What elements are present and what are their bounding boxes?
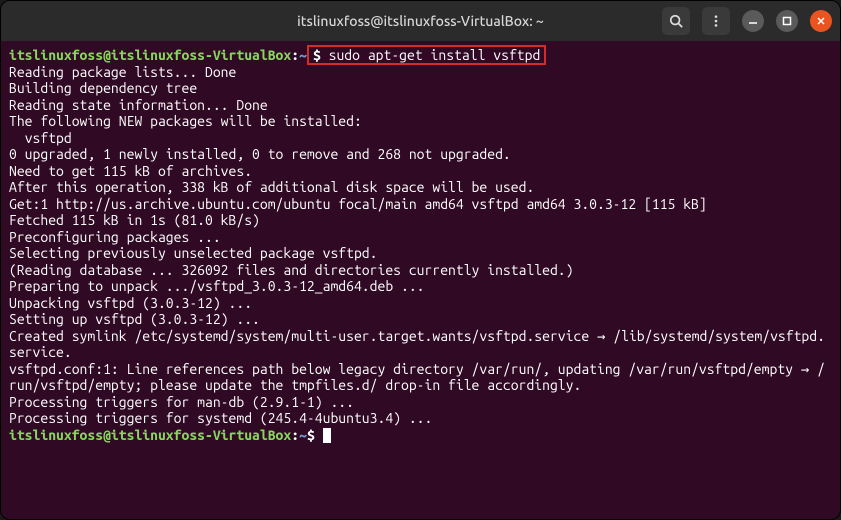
- search-icon: [669, 14, 683, 28]
- prompt-colon: :: [291, 427, 299, 443]
- titlebar[interactable]: itslinuxfoss@itslinuxfoss-VirtualBox: ~: [1, 1, 840, 41]
- window-title: itslinuxfoss@itslinuxfoss-VirtualBox: ~: [297, 13, 544, 29]
- maximize-icon: [782, 16, 792, 26]
- minimize-icon: [748, 16, 758, 26]
- terminal-window: itslinuxfoss@itslinuxfoss-VirtualBox: ~ …: [0, 0, 841, 520]
- menu-button[interactable]: [702, 7, 730, 35]
- maximize-button[interactable]: [776, 10, 798, 32]
- terminal-body[interactable]: itslinuxfoss@itslinuxfoss-VirtualBox:~$ …: [1, 41, 840, 519]
- titlebar-controls: [662, 7, 832, 35]
- command-highlight: $ sudo apt-get install vsftpd: [307, 45, 546, 65]
- close-button[interactable]: [810, 10, 832, 32]
- prompt-user: itslinuxfoss@itslinuxfoss-VirtualBox: [9, 47, 291, 63]
- prompt-path: ~: [299, 47, 307, 63]
- prompt-dollar: $: [313, 47, 329, 63]
- close-icon: [816, 16, 826, 26]
- minimize-button[interactable]: [742, 10, 764, 32]
- cursor: [323, 428, 331, 443]
- terminal-output: Reading package lists... Done Building d…: [9, 64, 825, 427]
- menu-icon: [709, 14, 723, 28]
- prompt-path: ~: [299, 427, 307, 443]
- search-button[interactable]: [662, 7, 690, 35]
- prompt-line-2: itslinuxfoss@itslinuxfoss-VirtualBox:~$: [9, 427, 323, 443]
- prompt-user: itslinuxfoss@itslinuxfoss-VirtualBox: [9, 427, 291, 443]
- prompt-line-1: itslinuxfoss@itslinuxfoss-VirtualBox:~$ …: [9, 45, 546, 65]
- command-text: sudo apt-get install vsftpd: [329, 47, 541, 63]
- prompt-colon: :: [291, 47, 299, 63]
- prompt-dollar: $: [307, 427, 323, 443]
